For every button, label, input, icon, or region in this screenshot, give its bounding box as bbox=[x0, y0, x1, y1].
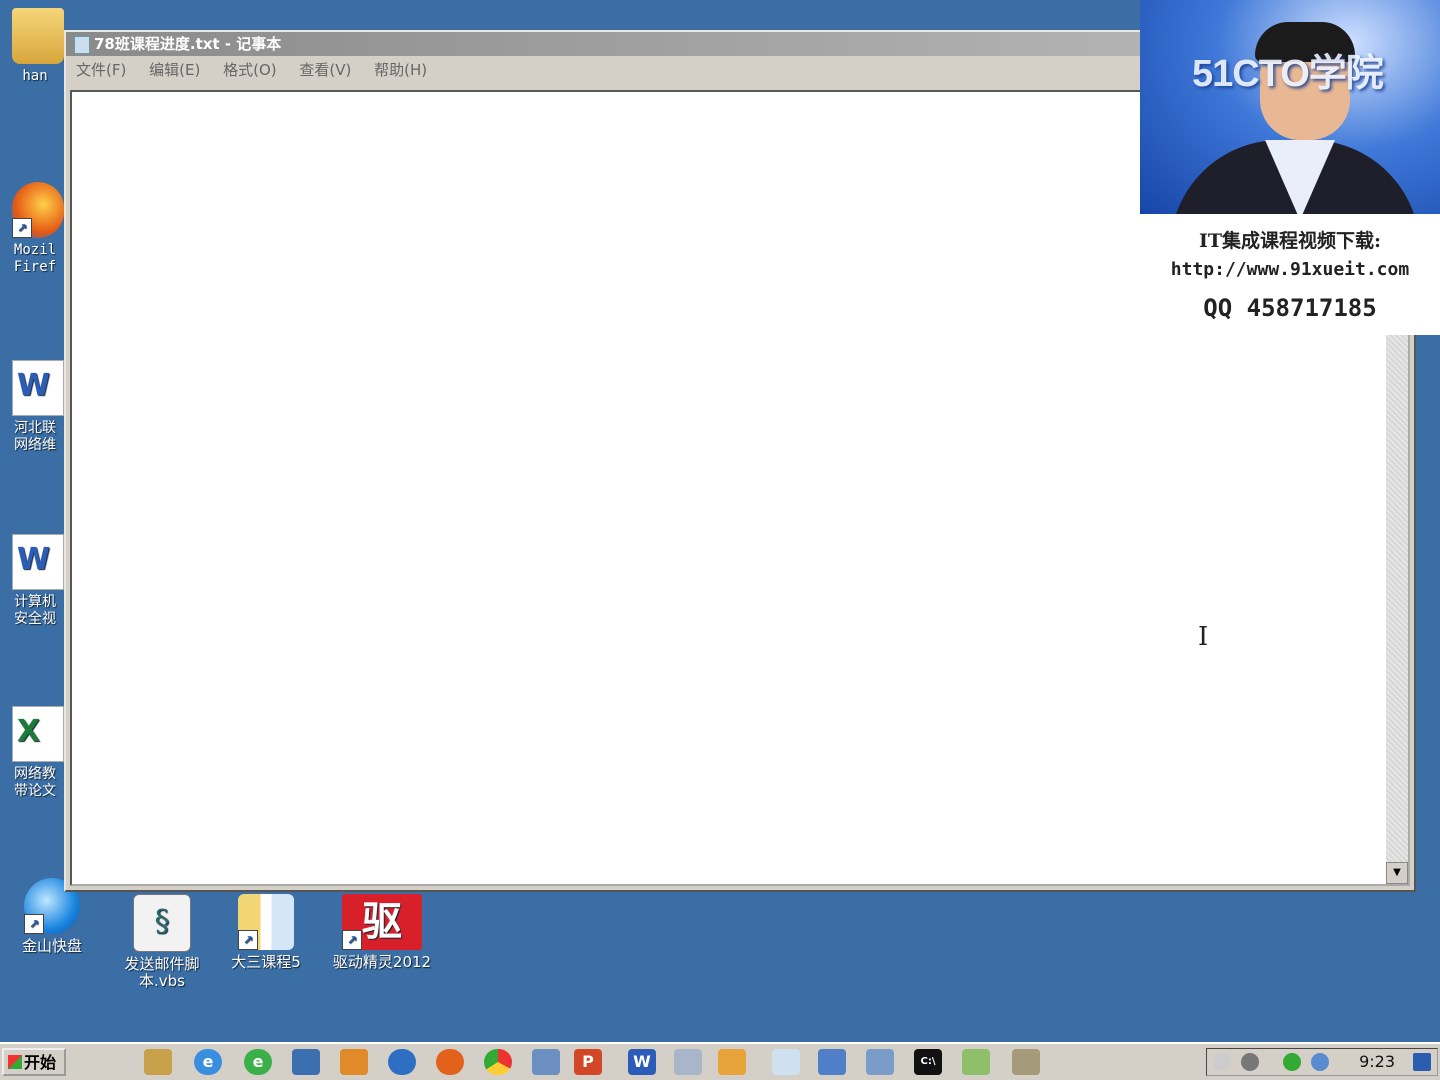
folder-icon: ↗ bbox=[238, 894, 294, 950]
tray-network-icon[interactable] bbox=[1241, 1053, 1259, 1071]
windows-flag-icon bbox=[8, 1055, 22, 1069]
vmware-icon[interactable] bbox=[866, 1049, 894, 1075]
cmd-icon[interactable]: C:\ bbox=[914, 1049, 942, 1075]
shortcut-arrow-icon: ↗ bbox=[12, 218, 32, 238]
word-doc-icon: W bbox=[12, 534, 64, 590]
start-button[interactable]: 开始 bbox=[2, 1048, 66, 1076]
tool-icon[interactable] bbox=[340, 1049, 368, 1075]
presenter-photo: 51CTO学院 bbox=[1140, 0, 1440, 214]
cmd-label: C:\ bbox=[920, 1056, 936, 1067]
media-icon[interactable] bbox=[292, 1049, 320, 1075]
desktop-icon-label: han bbox=[22, 68, 48, 84]
network-icon[interactable] bbox=[818, 1049, 846, 1075]
window-title: 78班课程进度.txt - 记事本 bbox=[94, 35, 282, 53]
desktop-icon-excel[interactable]: X 网络教 带论文 bbox=[0, 706, 70, 800]
menu-format[interactable]: 格式(O) bbox=[223, 61, 277, 79]
drive-genius-icon: 驱 ↗ bbox=[342, 894, 422, 950]
promo-url: http://www.91xueit.com bbox=[1170, 259, 1410, 280]
shortcut-arrow-icon: ↗ bbox=[342, 930, 362, 950]
desktop-icon-label: 大三课程5 bbox=[231, 953, 301, 971]
brand-watermark: 51CTO学院 bbox=[1192, 53, 1384, 95]
desktop-icon-vbs-script[interactable]: § 发送邮件脚 本.vbs bbox=[112, 894, 212, 990]
chrome-icon[interactable] bbox=[484, 1049, 512, 1075]
firefox-icon: ↗ bbox=[12, 182, 64, 238]
desktop-icon-label: 驱动精灵2012 bbox=[332, 953, 432, 971]
desktop-icon-label: 计算机 安全视 bbox=[14, 594, 56, 627]
menu-file[interactable]: 文件(F) bbox=[76, 61, 126, 79]
taskbar: 开始 e e P W C:\ 9:23 bbox=[0, 1042, 1440, 1080]
shortcut-arrow-icon: ↗ bbox=[238, 930, 258, 950]
promo-heading: IT集成课程视频下载: bbox=[1198, 230, 1382, 252]
show-desktop-icon[interactable] bbox=[1413, 1053, 1431, 1071]
calc-icon[interactable] bbox=[532, 1049, 560, 1075]
ie-green-icon[interactable]: e bbox=[244, 1049, 272, 1075]
notepad-icon bbox=[74, 35, 90, 54]
desktop-icon-firefox[interactable]: ↗ Mozil Firef bbox=[0, 182, 70, 276]
word-icon[interactable]: W bbox=[628, 1049, 656, 1075]
menu-help[interactable]: 帮助(H) bbox=[374, 61, 427, 79]
desktop-icon-label: Mozil Firef bbox=[13, 242, 57, 275]
system-tray: 9:23 bbox=[1206, 1048, 1438, 1076]
desktop-icon-word-1[interactable]: W 河北联 网络维 bbox=[0, 360, 70, 454]
desktop-icon-label: 网络教 带论文 bbox=[14, 766, 56, 799]
tray-globe-icon[interactable] bbox=[1311, 1053, 1329, 1071]
shortcut-arrow-icon: ↗ bbox=[24, 914, 44, 934]
desktop-icon-label: 河北联 网络维 bbox=[14, 420, 56, 453]
ie-icon[interactable]: e bbox=[194, 1049, 222, 1075]
script-file-icon: § bbox=[133, 894, 191, 952]
notepad2-icon[interactable] bbox=[962, 1049, 990, 1075]
paint-icon[interactable] bbox=[674, 1049, 702, 1075]
shield-icon[interactable] bbox=[1012, 1049, 1040, 1075]
clock[interactable]: 9:23 bbox=[1359, 1049, 1395, 1075]
desktop-icon-label: 发送邮件脚 本.vbs bbox=[124, 955, 200, 990]
excel-doc-icon: X bbox=[12, 706, 64, 762]
user-folder-icon bbox=[12, 8, 64, 64]
desktop-icon-drive-genius[interactable]: 驱 ↗ 驱动精灵2012 bbox=[332, 894, 432, 971]
promo-qq: QQ 458717185 bbox=[1203, 294, 1377, 322]
firefox-icon[interactable] bbox=[436, 1049, 464, 1075]
powerpoint-icon[interactable]: P bbox=[574, 1049, 602, 1075]
start-label: 开始 bbox=[24, 1053, 57, 1072]
desktop-icon-han[interactable]: han bbox=[0, 8, 70, 85]
app-icon[interactable] bbox=[718, 1049, 746, 1075]
word-doc-icon: W bbox=[12, 360, 64, 416]
menu-view[interactable]: 查看(V) bbox=[299, 61, 351, 79]
explorer-icon[interactable] bbox=[144, 1049, 172, 1075]
desktop-icon-course-folder[interactable]: ↗ 大三课程5 bbox=[216, 894, 316, 971]
drive-genius-glyph: 驱 bbox=[362, 899, 402, 945]
tray-antivirus-icon[interactable] bbox=[1283, 1053, 1301, 1071]
notepad-taskbar-icon[interactable] bbox=[772, 1049, 800, 1075]
scroll-down-button[interactable]: ▼ bbox=[1386, 862, 1408, 884]
presenter-overlay: 51CTO学院 IT集成课程视频下载: http://www.91xueit.c… bbox=[1140, 0, 1440, 335]
globe-icon[interactable] bbox=[388, 1049, 416, 1075]
desktop-icon-label: 金山快盘 bbox=[21, 937, 82, 955]
text-cursor-icon: I bbox=[1198, 622, 1209, 652]
desktop-icon-word-2[interactable]: W 计算机 安全视 bbox=[0, 534, 70, 628]
menu-edit[interactable]: 编辑(E) bbox=[149, 61, 200, 79]
tray-expand-icon[interactable] bbox=[1213, 1053, 1231, 1071]
